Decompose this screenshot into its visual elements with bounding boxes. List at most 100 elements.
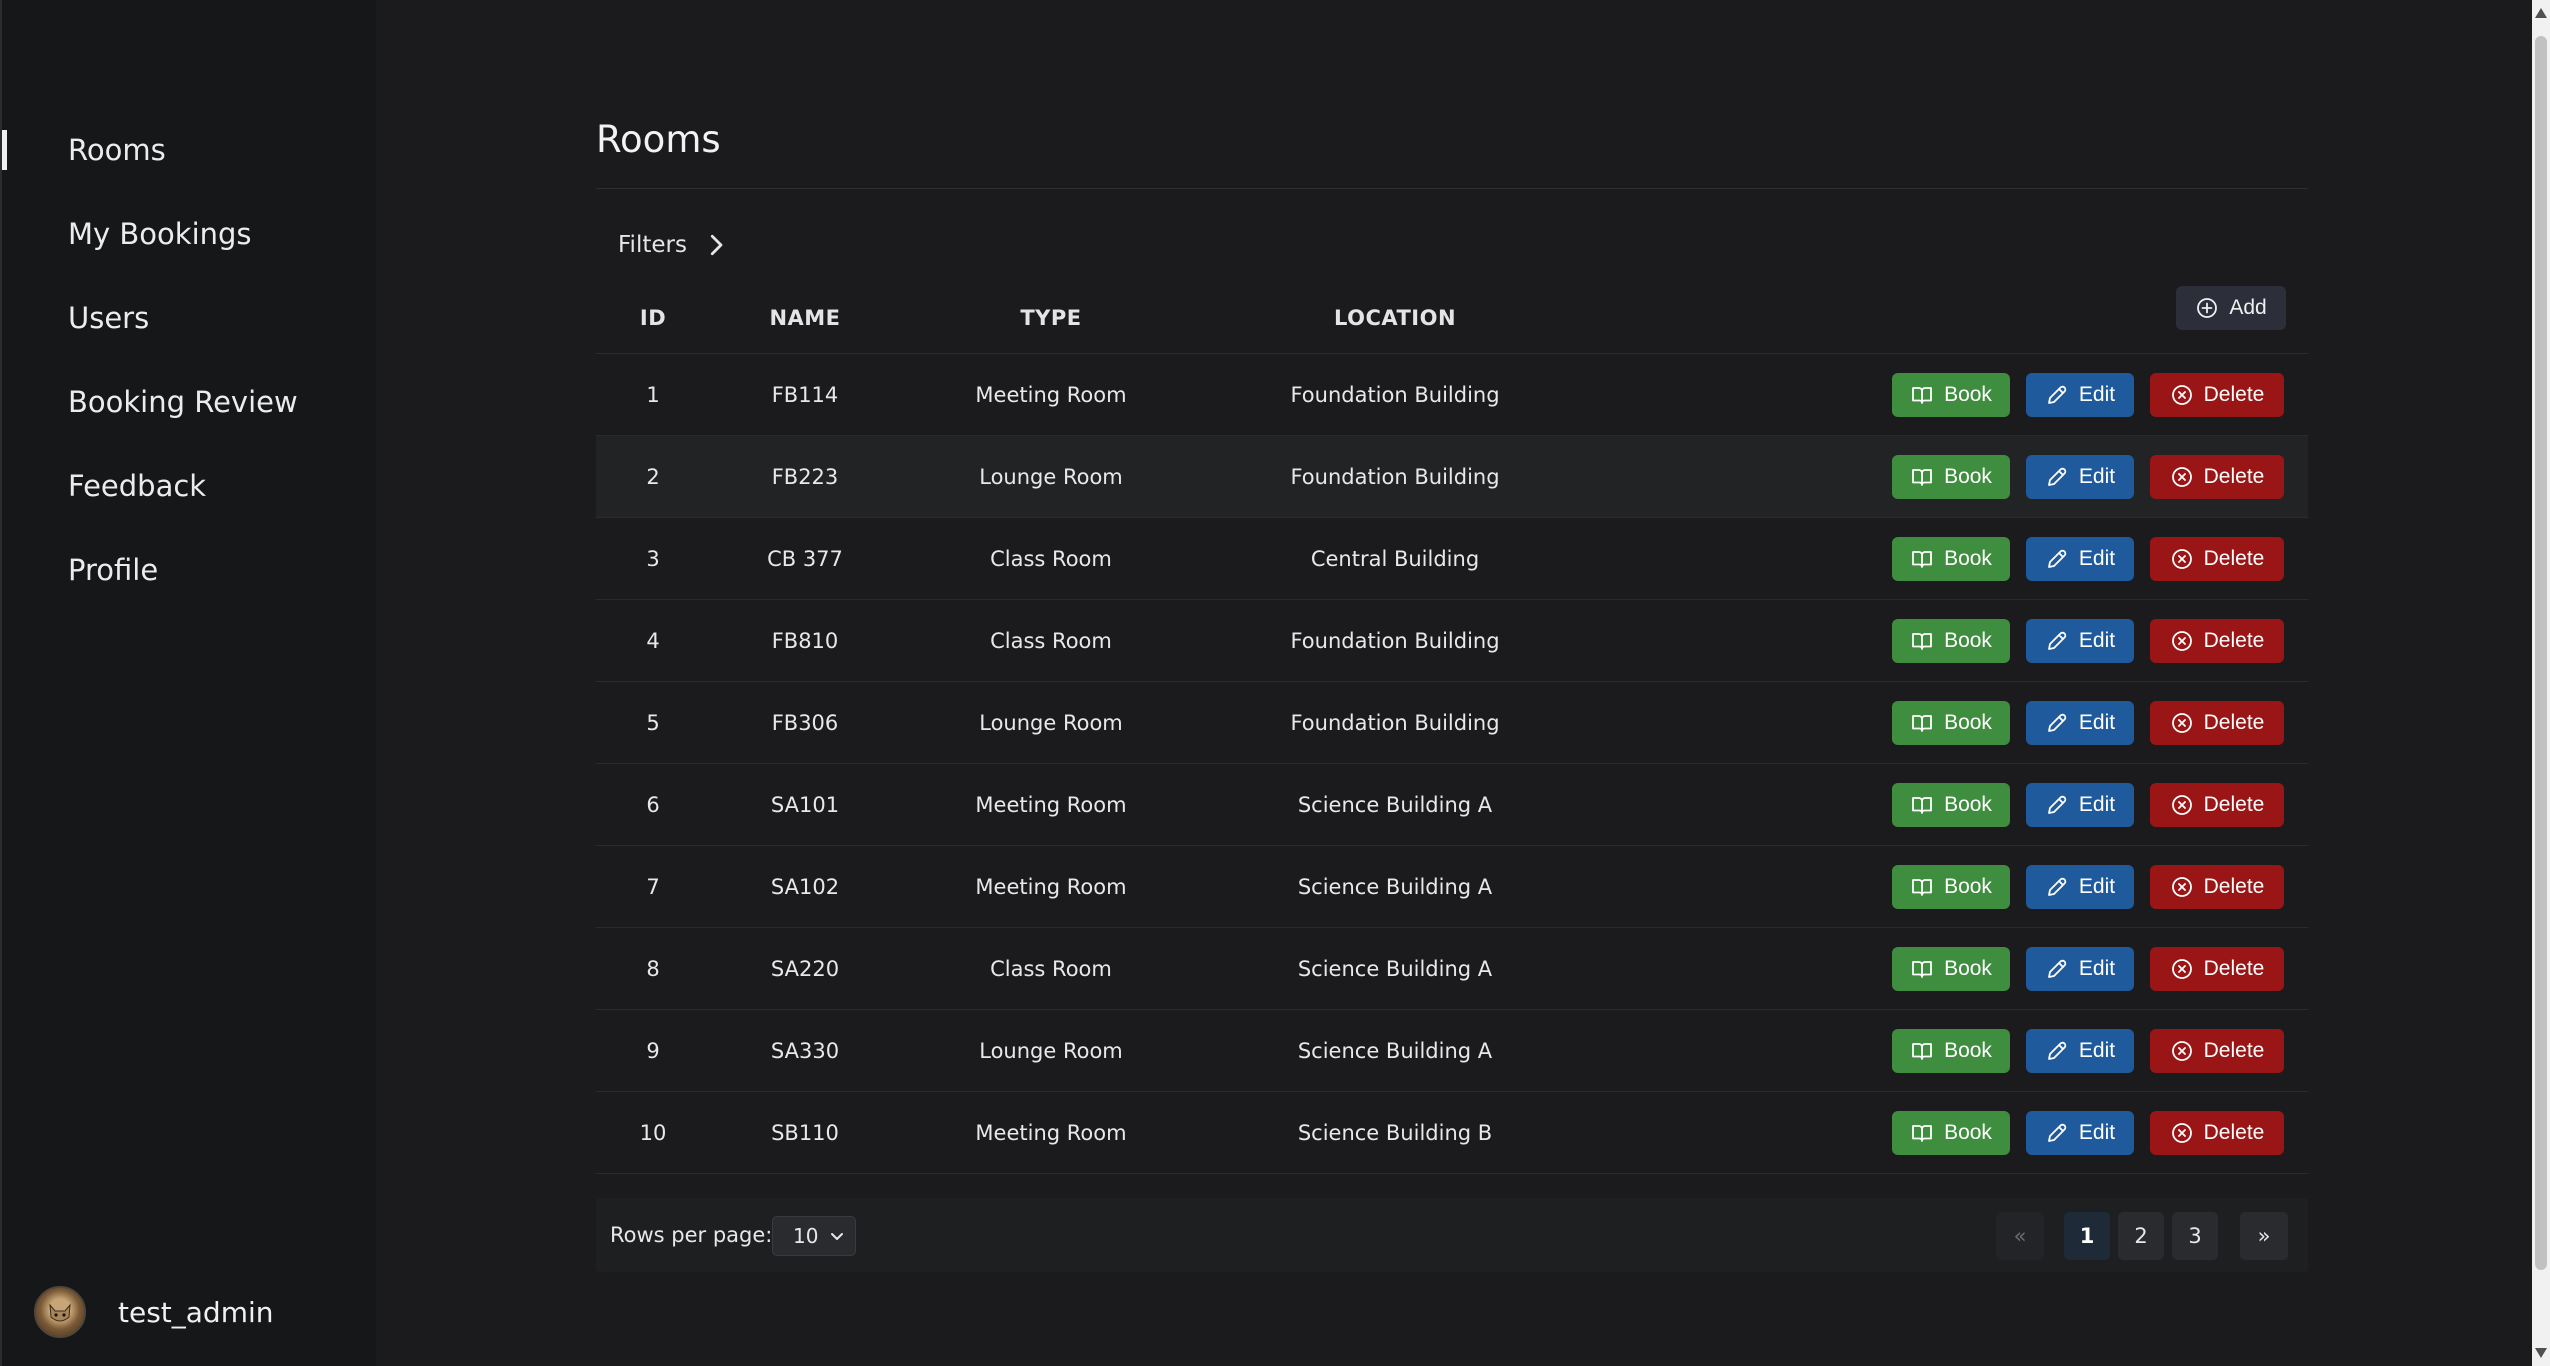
delete-button[interactable]: Delete bbox=[2150, 701, 2284, 745]
divider bbox=[596, 188, 2308, 189]
delete-label: Delete bbox=[2203, 793, 2265, 816]
book-button[interactable]: Book bbox=[1892, 865, 2010, 909]
delete-label: Delete bbox=[2203, 465, 2265, 488]
column-header-type[interactable]: TYPE bbox=[900, 282, 1202, 354]
pagination-page-2[interactable]: 2 bbox=[2118, 1212, 2164, 1260]
sidebar-item-feedback[interactable]: Feedback bbox=[2, 444, 376, 528]
table-footer: Rows per page: 10 « 1 2 3 » bbox=[596, 1198, 2308, 1272]
edit-label: Edit bbox=[2078, 629, 2116, 652]
edit-button[interactable]: Edit bbox=[2026, 619, 2134, 663]
cell-name: SB110 bbox=[771, 1121, 839, 1145]
sidebar-item-profile[interactable]: Profile bbox=[2, 528, 376, 612]
add-room-button[interactable]: Add bbox=[2176, 286, 2286, 330]
delete-button[interactable]: Delete bbox=[2150, 1029, 2284, 1073]
pencil-icon bbox=[2048, 549, 2067, 568]
cell-name: SA220 bbox=[770, 957, 840, 981]
cell-name: FB223 bbox=[771, 465, 839, 489]
cell-type: Meeting Room bbox=[975, 875, 1127, 899]
book-button[interactable]: Book bbox=[1892, 947, 2010, 991]
table-row: 3 CB 377 Class Room Central Building Book Edi… bbox=[596, 518, 2308, 600]
book-label: Book bbox=[1944, 875, 1992, 898]
delete-button[interactable]: Delete bbox=[2150, 619, 2284, 663]
pagination-page-3[interactable]: 3 bbox=[2172, 1212, 2218, 1260]
book-button[interactable]: Book bbox=[1892, 619, 2010, 663]
edit-button[interactable]: Edit bbox=[2026, 865, 2134, 909]
cell-location: Foundation Building bbox=[1290, 465, 1500, 489]
book-button[interactable]: Book bbox=[1892, 455, 2010, 499]
book-label: Book bbox=[1944, 465, 1992, 488]
cell-type: Class Room bbox=[990, 547, 1112, 571]
scroll-up-arrow-icon[interactable] bbox=[2535, 8, 2547, 18]
edit-button[interactable]: Edit bbox=[2026, 1029, 2134, 1073]
pagination-last-button[interactable]: » bbox=[2240, 1212, 2288, 1260]
edit-button[interactable]: Edit bbox=[2026, 783, 2134, 827]
sidebar-item-booking-review[interactable]: Booking Review bbox=[2, 360, 376, 444]
edit-button[interactable]: Edit bbox=[2026, 373, 2134, 417]
cell-name: SA330 bbox=[770, 1039, 840, 1063]
delete-button[interactable]: Delete bbox=[2150, 1111, 2284, 1155]
edit-label: Edit bbox=[2078, 547, 2116, 570]
edit-button[interactable]: Edit bbox=[2026, 947, 2134, 991]
close-circle-icon bbox=[2171, 631, 2192, 651]
book-icon bbox=[1912, 797, 1932, 814]
chevron-down-icon bbox=[831, 1233, 843, 1240]
book-icon bbox=[1912, 961, 1932, 978]
username: test_admin bbox=[118, 1295, 274, 1329]
delete-label: Delete bbox=[2203, 1039, 2265, 1062]
delete-button[interactable]: Delete bbox=[2150, 537, 2284, 581]
pencil-icon bbox=[2048, 1041, 2067, 1060]
book-button[interactable]: Book bbox=[1892, 783, 2010, 827]
avatar[interactable] bbox=[34, 1286, 86, 1338]
pagination-page-1[interactable]: 1 bbox=[2064, 1212, 2110, 1260]
pencil-icon bbox=[2048, 959, 2067, 978]
sidebar-item-my-bookings[interactable]: My Bookings bbox=[2, 192, 376, 276]
cell-id: 6 bbox=[646, 793, 660, 817]
close-circle-icon bbox=[2171, 713, 2192, 733]
column-header-name[interactable]: NAME bbox=[710, 282, 900, 354]
scroll-down-arrow-icon[interactable] bbox=[2535, 1348, 2547, 1358]
scroll-thumb[interactable] bbox=[2535, 36, 2547, 1270]
edit-button[interactable]: Edit bbox=[2026, 701, 2134, 745]
page-scrollbar[interactable] bbox=[2532, 0, 2550, 1366]
delete-button[interactable]: Delete bbox=[2150, 783, 2284, 827]
delete-button[interactable]: Delete bbox=[2150, 947, 2284, 991]
cell-id: 8 bbox=[646, 957, 660, 981]
pagination-first-button[interactable]: « bbox=[1996, 1212, 2044, 1260]
delete-button[interactable]: Delete bbox=[2150, 373, 2284, 417]
pencil-icon bbox=[2048, 877, 2067, 896]
cell-name: SA102 bbox=[770, 875, 840, 899]
delete-button[interactable]: Delete bbox=[2150, 865, 2284, 909]
page-title: Rooms bbox=[596, 118, 721, 161]
book-icon bbox=[1912, 469, 1932, 486]
cell-id: 7 bbox=[646, 875, 660, 899]
book-button[interactable]: Book bbox=[1892, 537, 2010, 581]
pencil-icon bbox=[2048, 631, 2067, 650]
column-header-location[interactable]: LOCATION bbox=[1202, 282, 1588, 354]
user-profile[interactable]: test_admin bbox=[34, 1286, 274, 1338]
book-button[interactable]: Book bbox=[1892, 373, 2010, 417]
sidebar-item-users[interactable]: Users bbox=[2, 276, 376, 360]
edit-label: Edit bbox=[2078, 711, 2116, 734]
edit-label: Edit bbox=[2078, 383, 2116, 406]
table-header: ID NAME TYPE LOCATION bbox=[596, 282, 2308, 354]
table-row: 2 FB223 Lounge Room Foundation Building Book… bbox=[596, 436, 2308, 518]
book-button[interactable]: Book bbox=[1892, 1111, 2010, 1155]
sidebar-item-rooms[interactable]: Rooms bbox=[2, 108, 376, 192]
book-label: Book bbox=[1944, 383, 1992, 406]
rows-per-page-select[interactable]: 10 bbox=[772, 1216, 856, 1256]
edit-button[interactable]: Edit bbox=[2026, 455, 2134, 499]
book-icon bbox=[1912, 715, 1932, 732]
book-icon bbox=[1912, 387, 1932, 404]
book-button[interactable]: Book bbox=[1892, 701, 2010, 745]
column-header-id[interactable]: ID bbox=[596, 282, 710, 354]
filters-toggle[interactable]: Filters bbox=[618, 230, 731, 260]
delete-label: Delete bbox=[2203, 547, 2265, 570]
edit-button[interactable]: Edit bbox=[2026, 537, 2134, 581]
book-icon bbox=[1912, 879, 1932, 896]
delete-button[interactable]: Delete bbox=[2150, 455, 2284, 499]
cell-type: Lounge Room bbox=[979, 1039, 1123, 1063]
rows-per-page-label: Rows per page: bbox=[610, 1223, 773, 1247]
edit-button[interactable]: Edit bbox=[2026, 1111, 2134, 1155]
book-button[interactable]: Book bbox=[1892, 1029, 2010, 1073]
cell-location: Science Building A bbox=[1297, 957, 1493, 981]
